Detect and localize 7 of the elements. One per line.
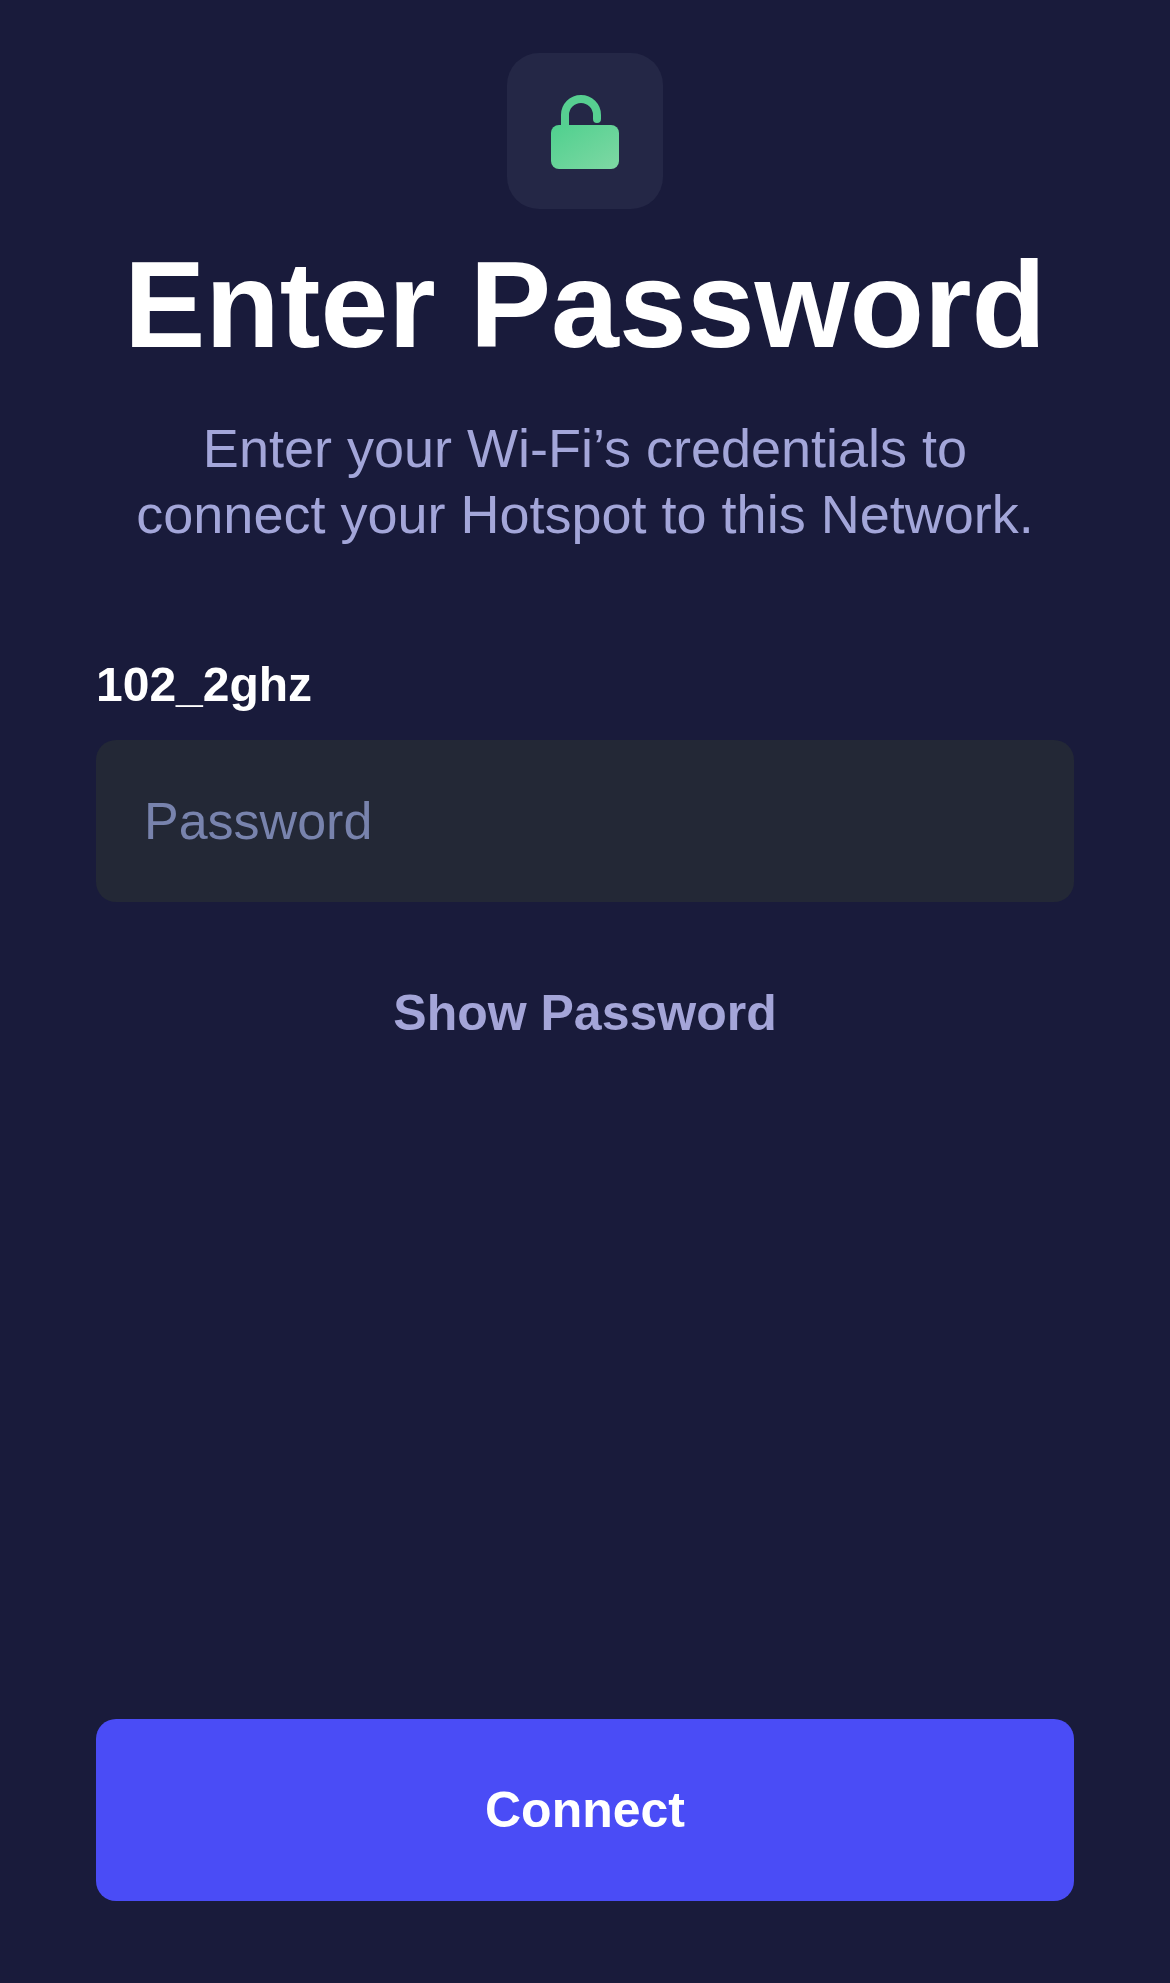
unlocked-padlock-icon [551,93,619,169]
page-title: Enter Password [123,236,1047,375]
show-password-link[interactable]: Show Password [393,984,777,1043]
instructions-text: Enter your Wi-Fi’s credentials to connect your Hotspot to this Network. [135,417,1035,547]
password-field[interactable]: Password [96,740,1074,903]
network-name: 102_2ghz [96,657,313,713]
connect-button[interactable]: Connect [96,1719,1074,1901]
